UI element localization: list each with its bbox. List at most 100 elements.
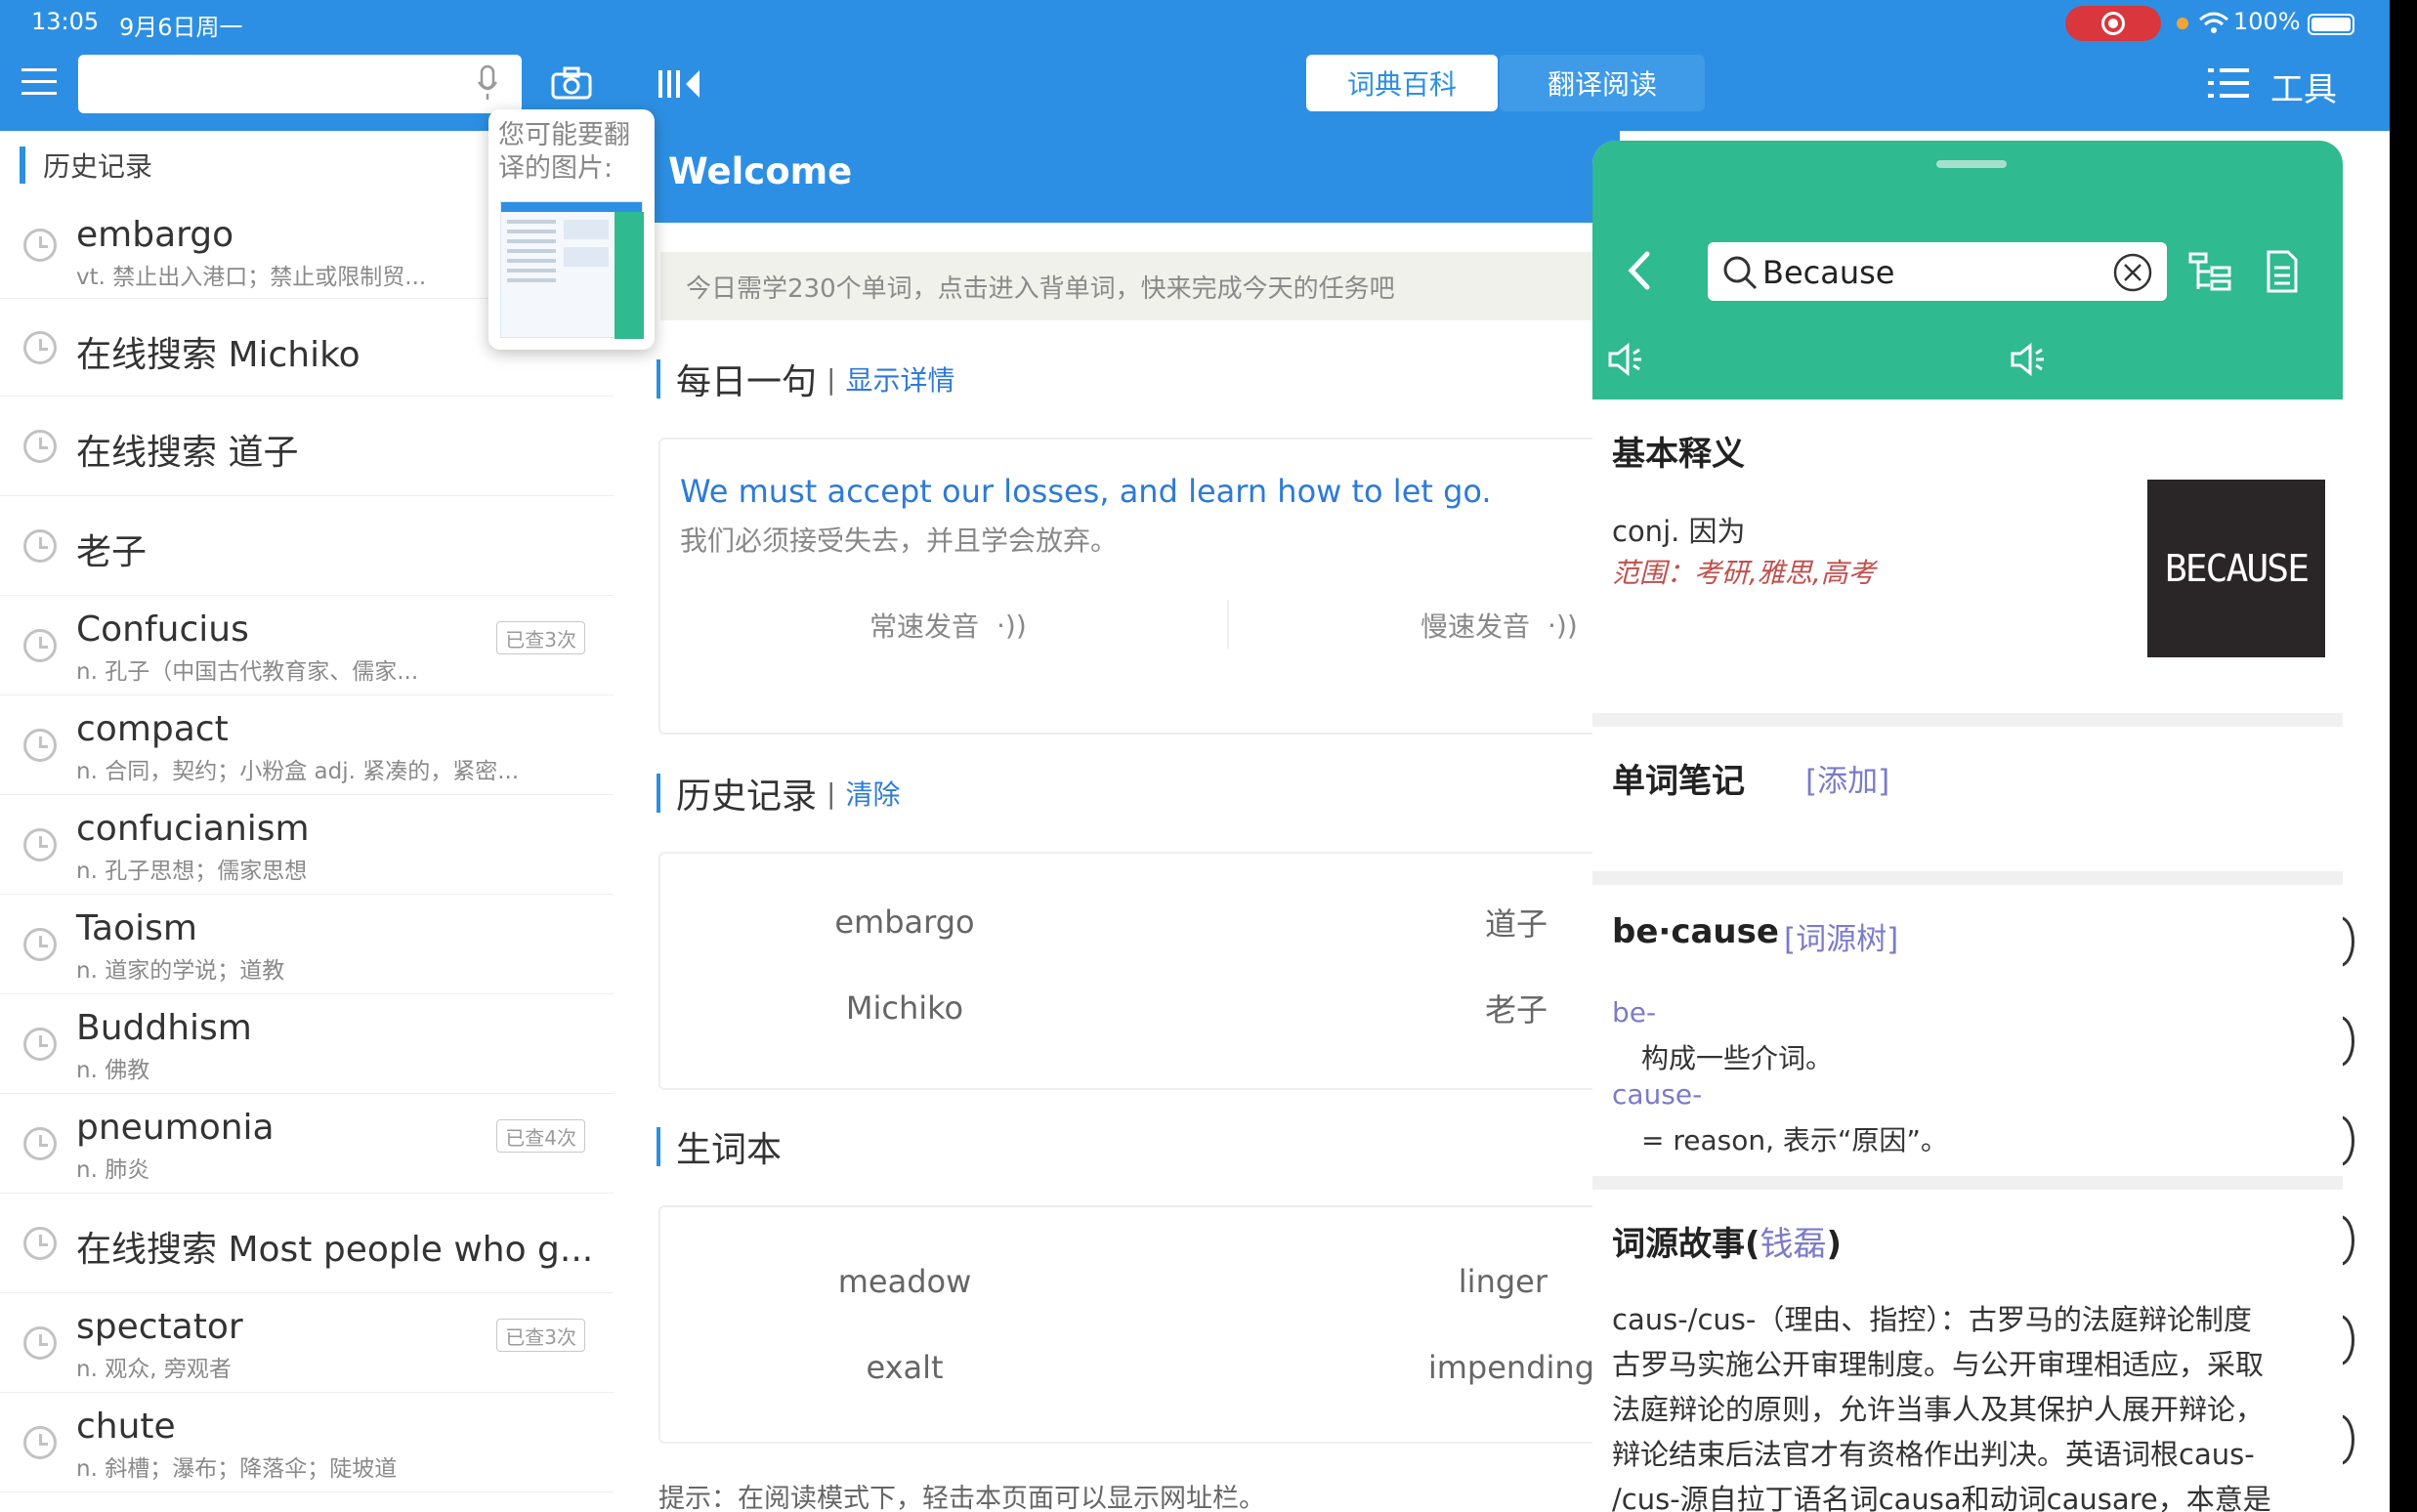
lookup-count-badge: 已查3次	[496, 621, 585, 654]
speaker-uk-icon[interactable]	[1606, 342, 1645, 377]
normal-speed-button[interactable]: 常速发音 ·))	[869, 606, 1027, 645]
history-word: pneumonia	[76, 1108, 275, 1148]
slow-speed-label: 慢速发音	[1421, 610, 1531, 643]
clock-icon	[23, 1227, 57, 1260]
section-gap	[1592, 1176, 2343, 1190]
daily-sentence-title: 每日一句	[676, 362, 818, 402]
vocab-chip[interactable]: exalt	[748, 1348, 1061, 1387]
story-line: 古罗马实施公开审理制度。与公开审理相适应，采取	[1612, 1348, 2265, 1381]
basic-definition-title: 基本释义	[1612, 435, 1745, 474]
history-item-compact[interactable]: compact n. 合同，契约；小粉盒 adj. 紧凑的，紧密...	[0, 695, 614, 795]
clock-icon	[23, 729, 57, 762]
clear-search-icon[interactable]	[2112, 252, 2153, 293]
history-chip[interactable]: embargo	[748, 903, 1061, 942]
history-item-laozi[interactable]: 老子	[0, 496, 614, 596]
document-icon[interactable]	[2265, 250, 2300, 295]
library-icon[interactable]	[657, 68, 701, 100]
part-of-speech-definition: conj. 因为	[1612, 515, 1746, 548]
story-line: 辩论结束后法官才有资格作出判决。英语词根caus-	[1612, 1438, 2255, 1471]
wifi-icon	[2199, 12, 2228, 33]
battery-percent: 100%	[2233, 8, 2301, 35]
slow-speed-button[interactable]: 慢速发音 ·))	[1421, 606, 1578, 645]
daily-sentence-card: We must accept our losses, and learn how…	[658, 438, 1635, 735]
search-input[interactable]	[88, 64, 459, 104]
tree-structure-icon[interactable]	[2188, 252, 2233, 295]
history-item-confucius[interactable]: Confucius n. 孔子（中国古代教育家、儒家... 已查3次	[0, 596, 614, 695]
history-def: n. 道家的学说；道教	[76, 958, 285, 984]
vocab-header: 生词本	[657, 1127, 782, 1170]
history-word: 老子	[76, 532, 148, 572]
history-def: n. 孔子（中国古代教育家、儒家...	[76, 659, 419, 685]
screenshot-thumbnail[interactable]	[500, 201, 644, 339]
search-icon	[1723, 256, 1758, 290]
root-cause: cause-	[1612, 1078, 1703, 1111]
clock-icon	[23, 1028, 57, 1061]
history-item-chute[interactable]: chute n. 斜槽；瀑布；降落伞；陡坡道	[0, 1393, 614, 1492]
sentence-chinese: 我们必须接受失去，并且学会放弃。	[680, 525, 1119, 557]
record-icon	[2101, 12, 2125, 35]
history-item-spectator[interactable]: spectator n. 观众, 旁观者 已查3次	[0, 1293, 614, 1393]
panel-search-box[interactable]: Because	[1708, 242, 2167, 301]
clock-icon	[23, 529, 57, 563]
clock-icon	[23, 430, 57, 463]
history-item-buddhism[interactable]: Buddhism n. 佛教	[0, 994, 614, 1094]
section-gap	[1592, 871, 2343, 885]
history-chip[interactable]: 老子	[1071, 988, 1598, 1029]
tools-button[interactable]: 工具	[2270, 63, 2337, 110]
main-history-title: 历史记录	[676, 777, 818, 817]
vocab-chip[interactable]: impending	[1071, 1348, 1598, 1387]
history-item-taoism[interactable]: Taoism n. 道家的学说；道教	[0, 895, 614, 994]
history-item-confucianism[interactable]: confucianism n. 孔子思想；儒家思想	[0, 795, 614, 895]
story-title-close: )	[1826, 1225, 1843, 1264]
clear-history-link[interactable]: 清除	[845, 774, 900, 813]
vocab-chip[interactable]: meadow	[748, 1262, 1061, 1301]
history-item-online-most-people[interactable]: 在线搜索 Most people who g...	[0, 1194, 614, 1293]
clock-icon	[23, 1426, 57, 1459]
photo-suggestion-text: 您可能要翻译的图片:	[498, 120, 630, 184]
microphone-icon[interactable]	[477, 64, 498, 102]
search-box[interactable]	[78, 55, 522, 113]
history-item-pneumonia[interactable]: pneumonia n. 肺炎 已查4次	[0, 1094, 614, 1194]
history-word: Taoism	[76, 908, 197, 948]
clock-icon	[23, 331, 57, 364]
history-word: confucianism	[76, 809, 310, 849]
tab-translate-read[interactable]: 翻译阅读	[1500, 55, 1705, 111]
clock-icon	[23, 229, 57, 262]
camera-icon[interactable]	[551, 66, 592, 100]
main-history-header: 历史记录 | 清除	[657, 774, 900, 817]
speaker-us-icon[interactable]	[2009, 342, 2048, 377]
story-title-text: 词源故事(	[1612, 1225, 1760, 1264]
add-note-link[interactable]: [添加]	[1805, 756, 1889, 800]
etymology-story-section: 词源故事(钱磊) caus-/cus-（理由、指控）：古罗马的法庭辩论制度 古罗…	[1592, 1190, 2343, 1512]
etymology-tree-link[interactable]: [词源树]	[1784, 914, 1898, 958]
lookup-count-badge: 已查4次	[496, 1119, 585, 1153]
history-word: chute	[76, 1407, 176, 1447]
history-word: Confucius	[76, 609, 249, 650]
vocab-chip[interactable]: linger	[1071, 1262, 1598, 1301]
history-def: n. 合同，契约；小粉盒 adj. 紧凑的，紧密...	[76, 759, 520, 784]
history-item-online-daozi[interactable]: 在线搜索 道子	[0, 397, 614, 496]
list-icon[interactable]	[2208, 66, 2249, 100]
sentence-english: We must accept our losses, and learn how…	[680, 473, 1492, 510]
vocab-title: 生词本	[676, 1130, 783, 1170]
photo-suggestion-popup[interactable]: 您可能要翻译的图片:	[488, 109, 655, 350]
history-chip[interactable]: Michiko	[748, 988, 1061, 1028]
history-def: n. 观众, 旁观者	[76, 1357, 232, 1382]
root-cause-meaning: = reason, 表示“原因”。	[1641, 1124, 1948, 1156]
reading-tip: 提示：在阅读模式下，轻击本页面可以显示网址栏。	[658, 1484, 1265, 1512]
tab-dictionary[interactable]: 词典百科	[1306, 55, 1498, 111]
word-illustration[interactable]: BECAUSE	[2147, 480, 2325, 657]
sidebar-title: 历史记录	[20, 147, 152, 184]
daily-task-banner[interactable]: 今日需学230个单词，点击进入背单词，快来完成今天的任务吧	[660, 252, 1628, 320]
story-author-link[interactable]: 钱磊	[1760, 1225, 1827, 1264]
drag-handle[interactable]	[1936, 160, 2007, 168]
panel-search-input[interactable]: Because	[1762, 254, 1894, 291]
story-line: 法庭辩论的原则，允许当事人及其保护人展开辩论，	[1612, 1393, 2265, 1426]
menu-icon[interactable]	[21, 68, 57, 96]
back-arrow-icon[interactable]	[1626, 250, 1651, 291]
show-details-link[interactable]: 显示详情	[845, 359, 954, 399]
separator: |	[827, 362, 836, 396]
lookup-count-badge: 已查3次	[496, 1319, 585, 1352]
syllabified-word: be·cause	[1612, 912, 1779, 951]
history-chip[interactable]: 道子	[1071, 903, 1598, 943]
